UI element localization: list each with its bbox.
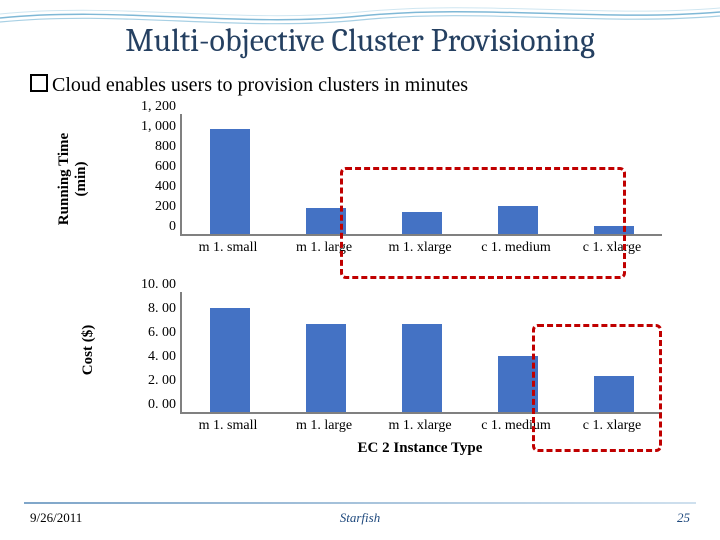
chart1-ylabel: Running Time(min): [56, 104, 90, 254]
ytick: 1, 200: [141, 100, 176, 114]
chart2-ylabel: Cost ($): [80, 300, 97, 400]
ytick: 4. 00: [148, 350, 176, 364]
category-label: m 1. small: [180, 240, 276, 256]
footer-divider: [24, 502, 696, 504]
bar: [306, 324, 346, 412]
footer-center: Starfish: [0, 510, 720, 526]
ytick: 800: [155, 140, 176, 154]
ytick: 0. 00: [148, 398, 176, 412]
highlight-box-bottom: [532, 324, 662, 452]
footer-page-number: 25: [677, 510, 690, 526]
category-label: m 1. large: [276, 418, 372, 434]
bar: [210, 129, 250, 234]
ytick: 6. 00: [148, 326, 176, 340]
ytick: 200: [155, 200, 176, 214]
category-label: m 1. xlarge: [372, 418, 468, 434]
ytick: 0: [169, 220, 176, 234]
bar: [210, 308, 250, 412]
ytick: 10. 00: [141, 278, 176, 292]
ytick: 8. 00: [148, 302, 176, 316]
chart1-yticks: 1, 2001, 0008006004002000: [120, 107, 176, 235]
ytick: 1, 000: [141, 120, 176, 134]
slide-title: Multi-objective Cluster Provisioning: [0, 22, 720, 59]
ytick: 2. 00: [148, 374, 176, 388]
bullet-square-icon: [30, 74, 48, 92]
highlight-box-top: [340, 167, 626, 279]
bullet-text: Cloud enables users to provision cluster…: [52, 74, 468, 96]
ytick: 600: [155, 160, 176, 174]
category-label: m 1. small: [180, 418, 276, 434]
ytick: 400: [155, 180, 176, 194]
bar: [402, 324, 442, 412]
chart2-yticks: 10. 008. 006. 004. 002. 000. 00: [120, 285, 176, 413]
bullet-line: Cloud enables users to provision cluster…: [30, 74, 468, 97]
